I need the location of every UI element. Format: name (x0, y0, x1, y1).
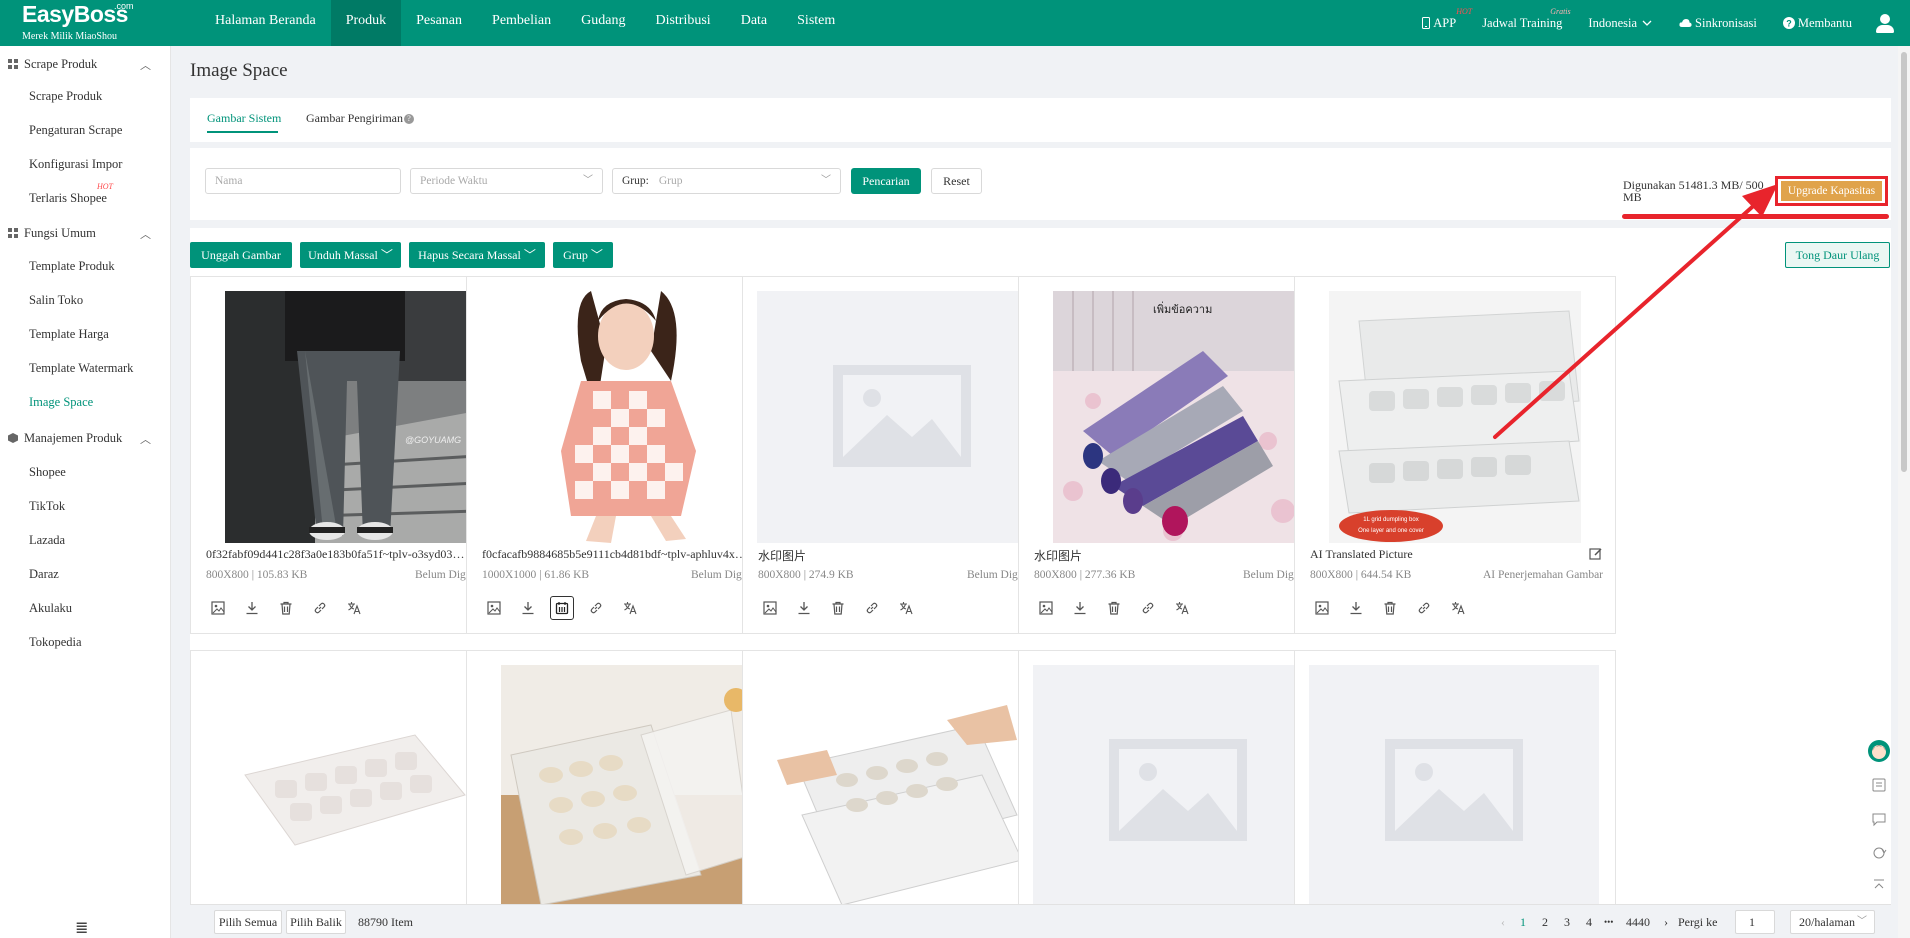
chat-icon[interactable] (1871, 811, 1887, 827)
refresh-icon[interactable] (1871, 845, 1887, 861)
floating-toolbar (1865, 735, 1893, 905)
book-icon[interactable] (1871, 777, 1887, 793)
back-to-top-icon[interactable] (1871, 877, 1887, 893)
assistant-avatar-icon[interactable] (1868, 740, 1890, 762)
scrollbar-thumb[interactable] (1901, 52, 1907, 472)
annotation-arrow (1493, 184, 1778, 439)
